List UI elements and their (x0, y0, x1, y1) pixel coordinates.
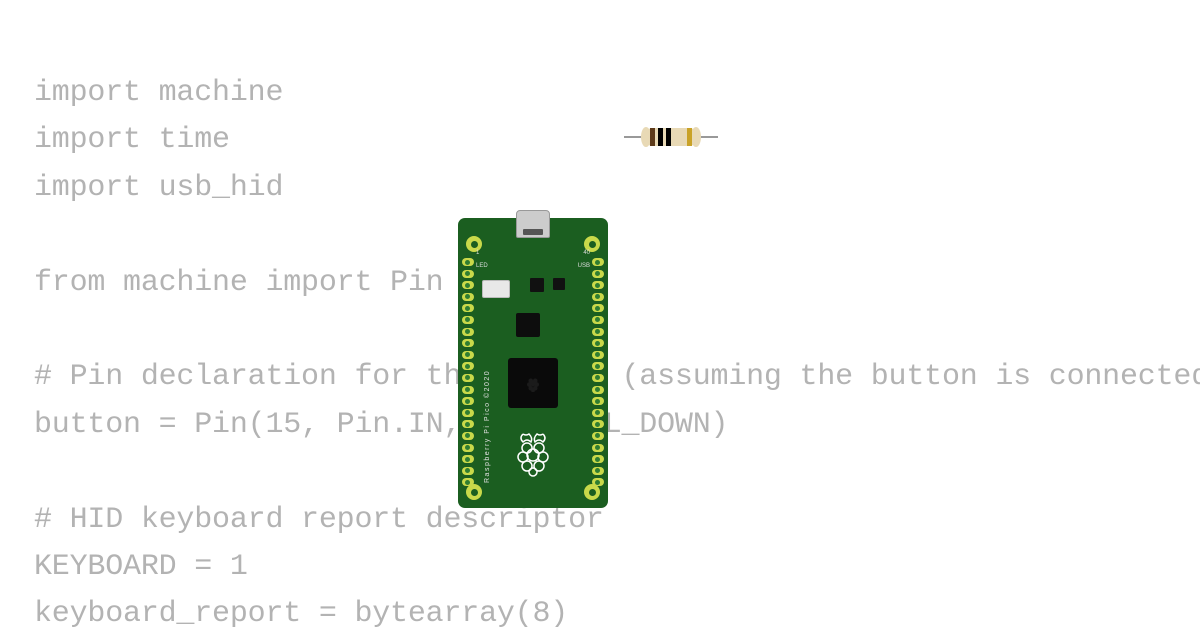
gpio-pin-icon (462, 397, 474, 405)
gpio-pin-icon (462, 339, 474, 347)
gpio-pin-icon (462, 328, 474, 336)
mounting-hole-icon (466, 484, 482, 500)
gpio-pin-icon (592, 316, 604, 324)
raspberry-icon (524, 374, 542, 392)
chip-icon (553, 278, 565, 290)
pico-pcb: 1 LED 40 USB (458, 218, 608, 508)
pin-column-right (592, 258, 604, 486)
raspberry-pi-pico[interactable]: 1 LED 40 USB (458, 208, 608, 508)
pin-number-label: 1 (476, 250, 479, 256)
gpio-pin-icon (592, 409, 604, 417)
resistor-band-icon (658, 128, 663, 146)
code-block: import machine import time import usb_hi… (34, 70, 1200, 639)
resistor-band-icon (687, 128, 692, 146)
gpio-pin-icon (462, 316, 474, 324)
resistor-component[interactable] (624, 128, 718, 146)
gpio-pin-icon (592, 281, 604, 289)
gpio-pin-icon (462, 444, 474, 452)
gpio-pin-icon (592, 304, 604, 312)
resistor-band-icon (650, 128, 655, 146)
resistor-band-icon (666, 128, 671, 146)
gpio-pin-icon (592, 467, 604, 475)
pin-usb-label: USB (578, 263, 590, 269)
gpio-pin-icon (592, 386, 604, 394)
gpio-pin-icon (592, 455, 604, 463)
mounting-hole-icon (466, 236, 482, 252)
gpio-pin-icon (592, 328, 604, 336)
chip-icon (516, 313, 540, 337)
gpio-pin-icon (462, 351, 474, 359)
gpio-pin-icon (592, 478, 604, 486)
chip-icon (530, 278, 544, 292)
gpio-pin-icon (462, 409, 474, 417)
pin-column-left (462, 258, 474, 486)
gpio-pin-icon (592, 351, 604, 359)
gpio-pin-icon (462, 304, 474, 312)
rp2040-chip-icon (508, 358, 558, 408)
gpio-pin-icon (592, 444, 604, 452)
gpio-pin-icon (462, 281, 474, 289)
gpio-pin-icon (592, 339, 604, 347)
usb-inner (523, 229, 543, 235)
gpio-pin-icon (462, 270, 474, 278)
gpio-pin-icon (462, 467, 474, 475)
resistor-body-icon (644, 128, 698, 146)
gpio-pin-icon (462, 420, 474, 428)
gpio-pin-icon (592, 293, 604, 301)
pin-led-label: LED (476, 263, 488, 269)
gpio-pin-icon (592, 362, 604, 370)
gpio-pin-icon (592, 420, 604, 428)
pin-number-label: 40 (583, 250, 590, 256)
gpio-pin-icon (462, 478, 474, 486)
gpio-pin-icon (462, 362, 474, 370)
bootsel-button-icon (482, 280, 510, 298)
gpio-pin-icon (592, 374, 604, 382)
gpio-pin-icon (592, 397, 604, 405)
gpio-pin-icon (592, 270, 604, 278)
gpio-pin-icon (592, 432, 604, 440)
gpio-pin-icon (592, 258, 604, 266)
gpio-pin-icon (462, 374, 474, 382)
mounting-hole-icon (584, 484, 600, 500)
gpio-pin-icon (462, 455, 474, 463)
resistor-lead-icon (698, 136, 718, 138)
gpio-pin-icon (462, 258, 474, 266)
gpio-pin-icon (462, 386, 474, 394)
gpio-pin-icon (462, 293, 474, 301)
pico-silk-text: Raspberry Pi Pico ©2020 (484, 370, 491, 483)
gpio-pin-icon (462, 432, 474, 440)
raspberry-logo-icon (512, 430, 554, 478)
usb-connector-icon (516, 210, 550, 238)
